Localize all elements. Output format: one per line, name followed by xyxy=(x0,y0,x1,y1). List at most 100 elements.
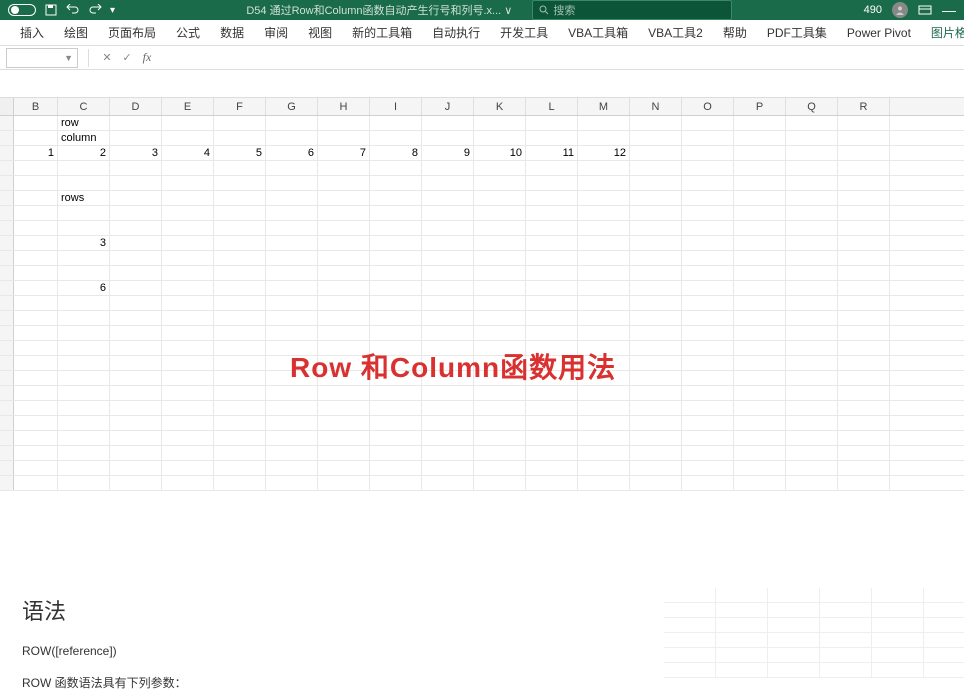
cell[interactable] xyxy=(474,221,526,235)
minimize-button[interactable]: — xyxy=(942,2,956,18)
cell[interactable] xyxy=(734,191,786,205)
cell[interactable] xyxy=(786,341,838,355)
cell[interactable] xyxy=(838,146,890,160)
cell[interactable] xyxy=(786,281,838,295)
cell[interactable] xyxy=(370,161,422,175)
cell[interactable] xyxy=(422,251,474,265)
col-header[interactable]: K xyxy=(474,98,526,115)
cell[interactable]: 4 xyxy=(162,146,214,160)
cell[interactable] xyxy=(14,401,58,415)
cell[interactable] xyxy=(630,446,682,460)
cell[interactable] xyxy=(578,251,630,265)
cell[interactable] xyxy=(266,236,318,250)
row-header[interactable] xyxy=(0,206,14,220)
cell[interactable] xyxy=(526,161,578,175)
tab-review[interactable]: 审阅 xyxy=(254,20,298,45)
cell[interactable] xyxy=(786,221,838,235)
cell[interactable] xyxy=(786,386,838,400)
cell[interactable] xyxy=(318,296,370,310)
cell[interactable] xyxy=(266,446,318,460)
cell[interactable] xyxy=(682,251,734,265)
cell[interactable] xyxy=(578,206,630,220)
cell[interactable] xyxy=(162,416,214,430)
cell[interactable] xyxy=(578,281,630,295)
cell[interactable] xyxy=(474,401,526,415)
cell[interactable] xyxy=(734,386,786,400)
cell[interactable] xyxy=(162,446,214,460)
tab-vba-toolbox[interactable]: VBA工具箱 xyxy=(558,20,638,45)
cell[interactable] xyxy=(682,131,734,145)
cell[interactable] xyxy=(786,116,838,130)
cell[interactable] xyxy=(266,281,318,295)
cell[interactable] xyxy=(214,461,266,475)
tab-formulas[interactable]: 公式 xyxy=(166,20,210,45)
cell[interactable] xyxy=(58,161,110,175)
cell[interactable] xyxy=(318,161,370,175)
cell[interactable]: 9 xyxy=(422,146,474,160)
col-header[interactable]: D xyxy=(110,98,162,115)
cell[interactable] xyxy=(682,191,734,205)
cell[interactable] xyxy=(786,311,838,325)
cell[interactable] xyxy=(266,191,318,205)
col-header[interactable]: M xyxy=(578,98,630,115)
cell[interactable] xyxy=(734,296,786,310)
cell[interactable] xyxy=(734,461,786,475)
cell[interactable] xyxy=(682,296,734,310)
cell[interactable] xyxy=(630,401,682,415)
cell[interactable] xyxy=(630,281,682,295)
cell[interactable] xyxy=(14,386,58,400)
cell[interactable] xyxy=(266,476,318,490)
col-header[interactable]: I xyxy=(370,98,422,115)
cell[interactable] xyxy=(318,236,370,250)
cell[interactable] xyxy=(266,176,318,190)
cell[interactable] xyxy=(14,326,58,340)
cell[interactable] xyxy=(110,191,162,205)
tab-new-toolbox[interactable]: 新的工具箱 xyxy=(342,20,422,45)
cell[interactable] xyxy=(214,371,266,385)
cell[interactable] xyxy=(474,236,526,250)
row-header[interactable] xyxy=(0,416,14,430)
tab-pdf-tools[interactable]: PDF工具集 xyxy=(757,20,837,45)
cell[interactable] xyxy=(14,341,58,355)
cell[interactable] xyxy=(734,326,786,340)
cell[interactable] xyxy=(370,116,422,130)
cell[interactable] xyxy=(110,161,162,175)
cell[interactable] xyxy=(786,191,838,205)
cell[interactable] xyxy=(526,416,578,430)
cell[interactable] xyxy=(110,206,162,220)
cell[interactable] xyxy=(838,446,890,460)
cell[interactable] xyxy=(318,206,370,220)
cell[interactable] xyxy=(422,326,474,340)
row-header[interactable] xyxy=(0,461,14,475)
cell[interactable] xyxy=(162,386,214,400)
cell[interactable] xyxy=(630,266,682,280)
cell[interactable] xyxy=(474,326,526,340)
cell[interactable] xyxy=(734,236,786,250)
cell[interactable] xyxy=(14,206,58,220)
cell[interactable] xyxy=(370,311,422,325)
cell[interactable] xyxy=(734,401,786,415)
cell[interactable] xyxy=(58,206,110,220)
tab-data[interactable]: 数据 xyxy=(210,20,254,45)
cell[interactable] xyxy=(162,311,214,325)
cell[interactable] xyxy=(422,206,474,220)
cell[interactable] xyxy=(474,251,526,265)
cell[interactable] xyxy=(838,251,890,265)
cell[interactable] xyxy=(526,236,578,250)
col-header[interactable]: R xyxy=(838,98,890,115)
cell[interactable] xyxy=(526,266,578,280)
cell[interactable] xyxy=(370,386,422,400)
cell[interactable] xyxy=(214,386,266,400)
tab-view[interactable]: 视图 xyxy=(298,20,342,45)
cell[interactable] xyxy=(14,431,58,445)
cell[interactable]: 12 xyxy=(578,146,630,160)
cell[interactable] xyxy=(162,461,214,475)
cell[interactable] xyxy=(682,266,734,280)
tab-help[interactable]: 帮助 xyxy=(713,20,757,45)
ribbon-mode-icon[interactable] xyxy=(918,3,932,17)
cell[interactable] xyxy=(214,356,266,370)
cell[interactable] xyxy=(214,431,266,445)
cell[interactable] xyxy=(422,161,474,175)
cell[interactable] xyxy=(266,251,318,265)
cell[interactable] xyxy=(630,131,682,145)
